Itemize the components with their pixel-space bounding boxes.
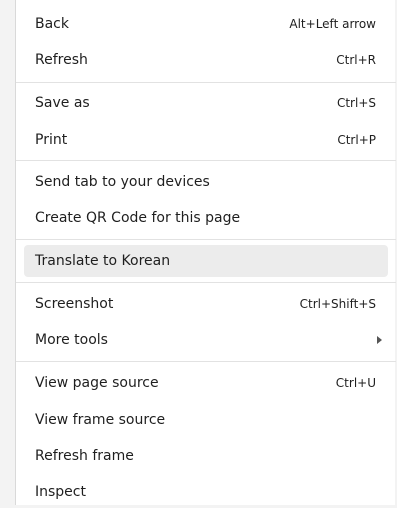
menu-item-refresh-frame[interactable]: Refresh frame — [24, 440, 388, 472]
menu-item-save-as[interactable]: Save as Ctrl+S — [24, 87, 388, 119]
menu-item-shortcut: Alt+Left arrow — [289, 17, 376, 31]
menu-item-label: Back — [35, 16, 69, 32]
menu-item-label: Translate to Korean — [35, 253, 171, 269]
menu-item-create-qr-code[interactable]: Create QR Code for this page — [24, 202, 388, 234]
menu-item-shortcut: Ctrl+U — [335, 376, 376, 390]
menu-item-print[interactable]: Print Ctrl+P — [24, 124, 388, 156]
menu-item-screenshot[interactable]: Screenshot Ctrl+Shift+S — [24, 288, 388, 320]
menu-item-translate[interactable]: Translate to Korean — [24, 245, 388, 277]
menu-item-label: Save as — [35, 95, 90, 111]
menu-separator — [16, 160, 396, 161]
menu-item-shortcut: Ctrl+Shift+S — [299, 297, 376, 311]
menu-item-send-tab[interactable]: Send tab to your devices — [24, 166, 388, 198]
menu-item-label: Print — [35, 132, 68, 148]
menu-separator — [16, 239, 396, 240]
menu-item-label: View page source — [35, 375, 159, 391]
menu-item-view-frame-source[interactable]: View frame source — [24, 404, 388, 436]
menu-item-label: Refresh frame — [35, 448, 134, 464]
menu-item-label: Send tab to your devices — [35, 174, 210, 190]
menu-item-label: Refresh — [35, 52, 88, 68]
menu-item-label: Create QR Code for this page — [35, 210, 241, 226]
menu-item-inspect[interactable]: Inspect — [24, 476, 388, 508]
menu-item-label: View frame source — [35, 412, 166, 428]
menu-item-label: More tools — [35, 332, 108, 348]
menu-item-more-tools[interactable]: More tools — [24, 324, 388, 356]
menu-item-label: Inspect — [35, 484, 86, 500]
menu-item-refresh[interactable]: Refresh Ctrl+R — [24, 44, 388, 76]
menu-separator — [16, 82, 396, 83]
chevron-right-icon — [377, 336, 382, 344]
context-menu: Back Alt+Left arrow Refresh Ctrl+R Save … — [15, 0, 396, 508]
menu-item-shortcut: Ctrl+S — [336, 96, 376, 110]
menu-item-label: Screenshot — [35, 296, 114, 312]
menu-item-back[interactable]: Back Alt+Left arrow — [24, 8, 388, 40]
menu-separator — [16, 282, 396, 283]
menu-separator — [16, 361, 396, 362]
menu-item-shortcut: Ctrl+R — [336, 53, 376, 67]
menu-item-view-page-source[interactable]: View page source Ctrl+U — [24, 367, 388, 399]
menu-item-shortcut: Ctrl+P — [337, 133, 376, 147]
